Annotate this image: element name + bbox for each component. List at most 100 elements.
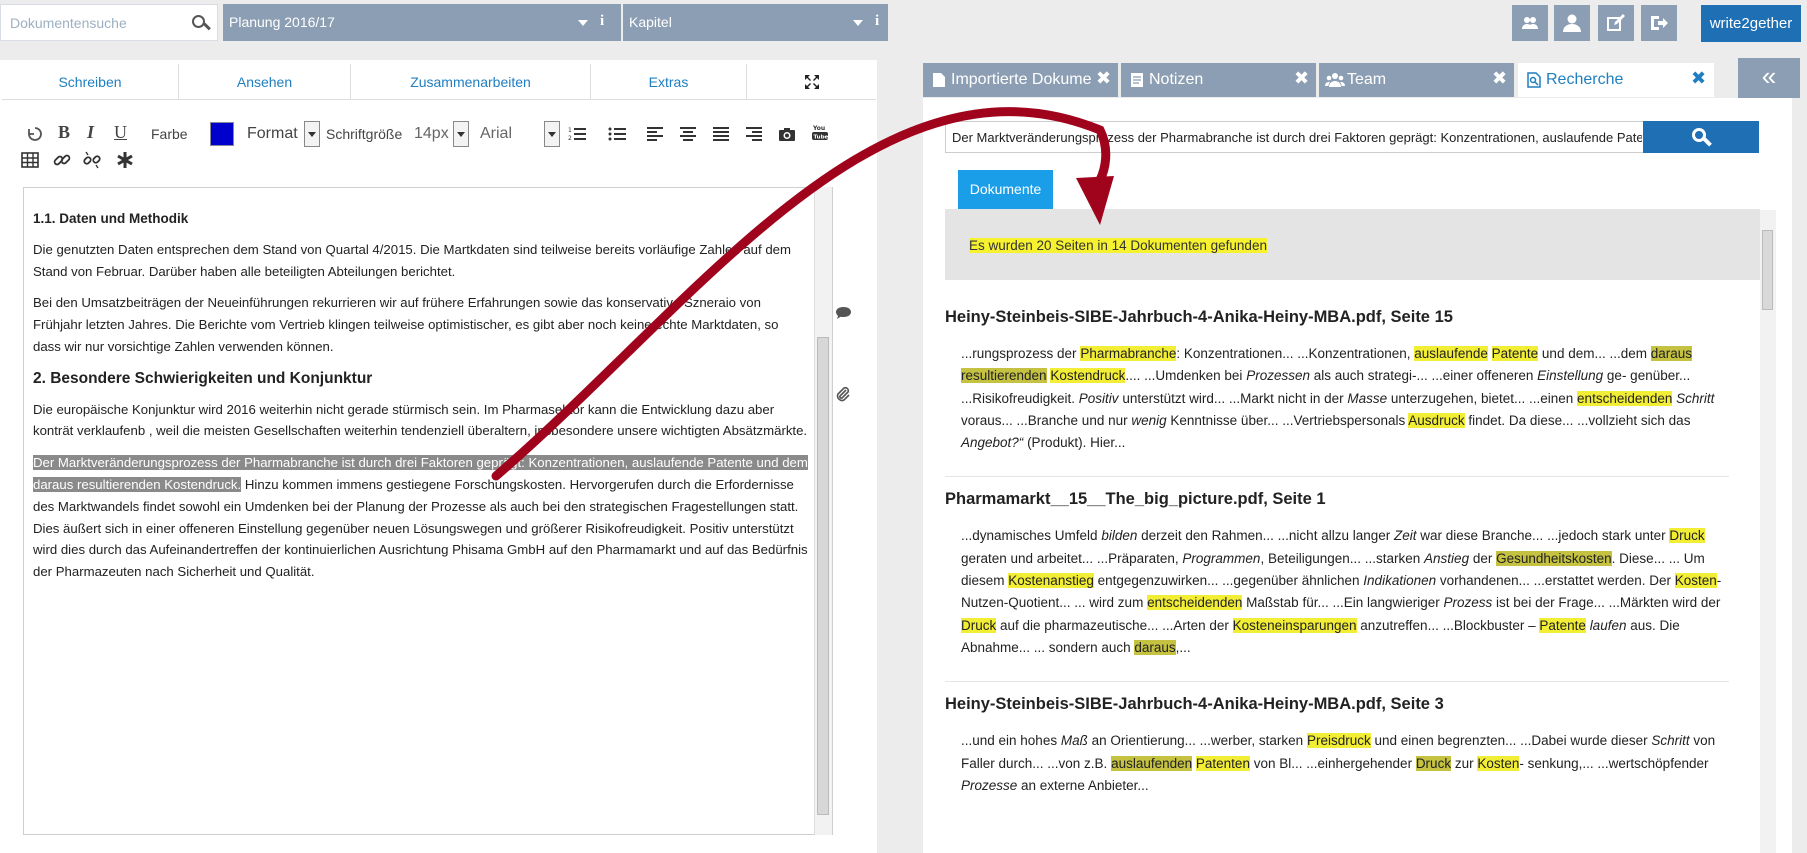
chapter-select[interactable]: Kapitel i — [623, 4, 888, 41]
expand-icon — [804, 75, 819, 89]
fontsize-value: 14px — [414, 125, 449, 142]
paragraph-rest: Hinzu kommen immens gestiegene Forschung… — [33, 476, 808, 580]
brand-button[interactable]: write2gether — [1701, 5, 1801, 42]
tab-notizen[interactable]: Notizen ✖ — [1121, 63, 1316, 97]
svg-text:2: 2 — [568, 135, 572, 142]
underline-button[interactable]: U — [114, 122, 127, 143]
color-label: Farbe — [151, 126, 188, 142]
align-left-icon[interactable] — [646, 125, 664, 143]
paragraph: Die genutzten Daten entsprechen dem Stan… — [33, 241, 791, 279]
result-item[interactable]: Pharmamarkt__15__The_big_picture.pdf, Se… — [945, 490, 1753, 683]
table-icon[interactable] — [21, 151, 39, 169]
profile-button[interactable] — [1554, 5, 1590, 41]
tab-zusammenarbeiten[interactable]: Zusammenarbeiten — [351, 64, 591, 99]
editor-tabs: Schreiben Ansehen Zusammenarbeiten Extra… — [2, 64, 876, 100]
edit-button[interactable] — [1598, 5, 1634, 41]
italic-button[interactable]: I — [87, 122, 94, 143]
close-icon[interactable]: ✖ — [1096, 68, 1111, 89]
research-query[interactable]: Der Marktveränderungsprozess der Pharmab… — [952, 130, 1642, 145]
result-item[interactable]: Heiny-Steinbeis-SIBE-Jahrbuch-4-Anika-He… — [945, 308, 1753, 478]
undo-icon[interactable] — [26, 125, 44, 143]
format-dropdown[interactable] — [304, 121, 320, 147]
edit-icon — [1607, 14, 1625, 31]
format-label: Format — [247, 125, 298, 142]
color-swatch[interactable] — [210, 122, 234, 146]
link-icon[interactable] — [53, 151, 71, 169]
font-value: Arial — [480, 125, 513, 142]
result-snippet: ...dynamisches Umfeld bilden derzeit den… — [961, 528, 1722, 655]
paperclip-icon[interactable] — [835, 385, 850, 402]
research-search-input[interactable]: Der Marktveränderungsprozess der Pharmab… — [945, 121, 1645, 153]
camera-icon[interactable] — [778, 125, 796, 143]
logout-icon — [1651, 16, 1668, 30]
chevron-down-icon — [578, 20, 588, 26]
bullet-list-icon[interactable] — [608, 125, 626, 143]
research-search-button[interactable] — [1643, 121, 1759, 153]
font-dropdown[interactable] — [544, 121, 560, 147]
result-item[interactable]: Heiny-Steinbeis-SIBE-Jahrbuch-4-Anika-He… — [945, 695, 1753, 797]
result-title[interactable]: Pharmamarkt__15__The_big_picture.pdf, Se… — [945, 490, 1729, 509]
fullscreen-button[interactable] — [747, 64, 876, 99]
result-summary: Es wurden 20 Seiten in 14 Dokumenten gef… — [945, 209, 1760, 280]
results-scrollbar[interactable] — [1760, 210, 1776, 853]
collapse-panel-button[interactable]: « — [1738, 58, 1800, 98]
document-editor[interactable]: 1.1. Daten und Methodik Die genutzten Da… — [23, 187, 833, 835]
info-icon[interactable]: i — [600, 13, 604, 30]
result-title[interactable]: Heiny-Steinbeis-SIBE-Jahrbuch-4-Anika-He… — [945, 308, 1729, 327]
tab-label: Recherche — [1546, 71, 1624, 88]
close-icon[interactable]: ✖ — [1691, 68, 1706, 89]
align-right-icon[interactable] — [745, 125, 763, 143]
result-title[interactable]: Heiny-Steinbeis-SIBE-Jahrbuch-4-Anika-He… — [945, 695, 1729, 714]
chapter-select-value: Kapitel — [629, 14, 672, 30]
close-icon[interactable]: ✖ — [1492, 68, 1507, 89]
subtab-dokumente[interactable]: Dokumente — [958, 170, 1053, 209]
users-button[interactable] — [1512, 5, 1548, 41]
heading-schwierigkeiten: 2. Besondere Schwierigkeiten und Konjunk… — [33, 369, 373, 387]
project-select[interactable]: Planung 2016/17 i — [223, 4, 621, 41]
fontsize-dropdown[interactable] — [453, 121, 469, 147]
svg-text:Tube: Tube — [814, 135, 829, 141]
paragraph-with-selection: Der Marktveränderungsprozess der Pharmab… — [33, 452, 808, 583]
paragraph: Die europäische Konjunktur wird 2016 wei… — [33, 401, 808, 439]
info-icon[interactable]: i — [875, 13, 879, 30]
tab-schreiben[interactable]: Schreiben — [2, 64, 179, 99]
chevron-down-icon — [853, 20, 863, 26]
align-center-icon[interactable] — [679, 125, 697, 143]
heading-daten-methodik: 1.1. Daten und Methodik — [33, 211, 189, 226]
users-icon — [1522, 17, 1538, 29]
editor-toolbar: B I U Farbe Format Schriftgröße 14px Ari… — [20, 118, 840, 178]
tab-extras[interactable]: Extras — [591, 64, 747, 99]
search-icon[interactable] — [191, 14, 211, 34]
logout-button[interactable] — [1641, 5, 1677, 41]
search-icon — [1691, 127, 1713, 149]
unlink-icon[interactable] — [83, 151, 101, 169]
tab-label: Team — [1347, 71, 1387, 88]
results-scroll-thumb[interactable] — [1762, 230, 1773, 310]
document-search-input[interactable] — [1, 5, 181, 40]
team-icon — [1325, 73, 1345, 87]
close-icon[interactable]: ✖ — [1294, 68, 1309, 89]
tab-ansehen[interactable]: Ansehen — [179, 64, 351, 99]
svg-text:You: You — [812, 125, 825, 132]
document-icon — [933, 73, 945, 87]
asterisk-icon[interactable] — [116, 151, 134, 169]
tab-team[interactable]: Team ✖ — [1319, 63, 1514, 97]
editor-scrollbar[interactable] — [814, 187, 832, 835]
fontsize-label: Schriftgröße — [326, 126, 403, 142]
editor-scroll-thumb[interactable] — [817, 337, 829, 815]
ordered-list-icon[interactable]: 12 — [568, 125, 586, 143]
user-icon — [1563, 14, 1581, 32]
project-select-value: Planung 2016/17 — [229, 14, 335, 30]
bold-button[interactable]: B — [58, 122, 70, 143]
research-icon — [1527, 72, 1541, 88]
tab-recherche[interactable]: Recherche ✖ — [1518, 63, 1714, 97]
youtube-icon[interactable]: You Tube — [811, 123, 829, 141]
result-count: Es wurden 20 Seiten in 14 Dokumenten gef… — [969, 238, 1267, 253]
comment-icon[interactable] — [835, 306, 852, 320]
result-list: Heiny-Steinbeis-SIBE-Jahrbuch-4-Anika-He… — [945, 295, 1753, 853]
document-content[interactable]: 1.1. Daten und Methodik Die genutzten Da… — [33, 188, 808, 593]
tab-importierte-dokumente[interactable]: Importierte Dokumente ✖ — [923, 63, 1118, 97]
align-justify-icon[interactable] — [712, 125, 730, 143]
document-search[interactable] — [0, 4, 218, 41]
tab-label: Importierte Dokumente — [951, 71, 1114, 88]
